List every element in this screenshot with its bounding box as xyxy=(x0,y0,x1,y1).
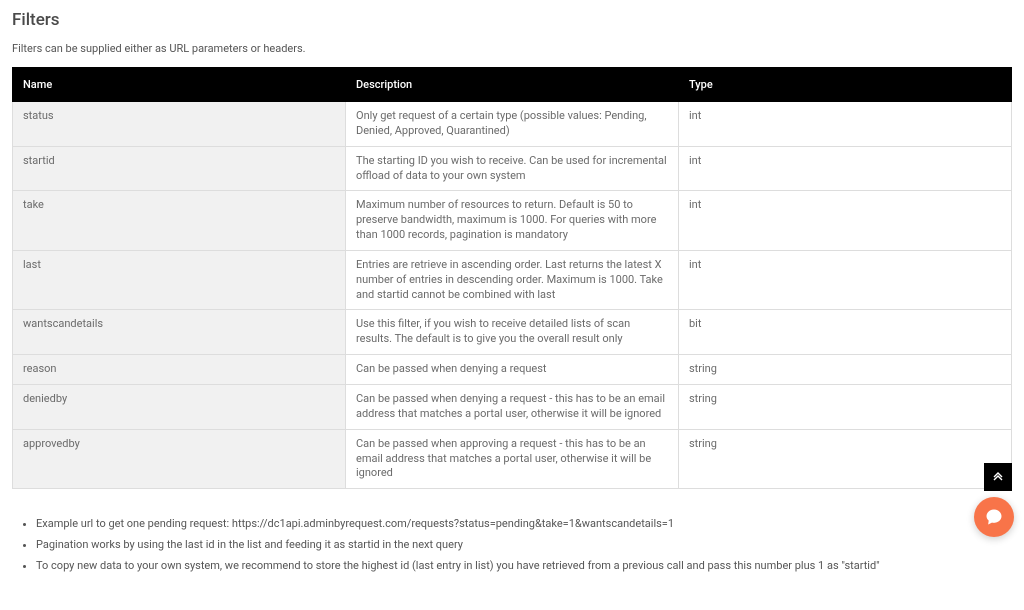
list-item: Pagination works by using the last id in… xyxy=(36,538,1012,553)
cell-description: Use this filter, if you wish to receive … xyxy=(346,310,679,355)
cell-description: Can be passed when denying a request - t… xyxy=(346,384,679,429)
header-description: Description xyxy=(346,68,679,102)
cell-type: int xyxy=(679,191,1012,251)
cell-description: The starting ID you wish to receive. Can… xyxy=(346,146,679,191)
filters-table: Name Description Type statusOnly get req… xyxy=(12,67,1012,489)
header-type: Type xyxy=(679,68,1012,102)
list-item: To copy new data to your own system, we … xyxy=(36,559,1012,574)
table-row: lastEntries are retrieve in ascending or… xyxy=(13,250,1012,310)
cell-type: int xyxy=(679,250,1012,310)
chat-icon xyxy=(984,507,1004,527)
cell-name: last xyxy=(13,250,346,310)
cell-name: reason xyxy=(13,355,346,385)
table-row: reasonCan be passed when denying a reque… xyxy=(13,355,1012,385)
cell-description: Maximum number of resources to return. D… xyxy=(346,191,679,251)
cell-name: status xyxy=(13,102,346,147)
cell-description: Only get request of a certain type (poss… xyxy=(346,102,679,147)
scroll-top-button[interactable] xyxy=(984,463,1012,491)
cell-type: string xyxy=(679,429,1012,489)
cell-type: string xyxy=(679,384,1012,429)
table-row: startidThe starting ID you wish to recei… xyxy=(13,146,1012,191)
cell-description: Can be passed when approving a request -… xyxy=(346,429,679,489)
cell-type: int xyxy=(679,146,1012,191)
list-item: Example url to get one pending request: … xyxy=(36,517,1012,532)
cell-name: wantscandetails xyxy=(13,310,346,355)
table-row: deniedbyCan be passed when denying a req… xyxy=(13,384,1012,429)
table-row: takeMaximum number of resources to retur… xyxy=(13,191,1012,251)
intro-text: Filters can be supplied either as URL pa… xyxy=(12,42,1012,55)
cell-type: bit xyxy=(679,310,1012,355)
cell-name: startid xyxy=(13,146,346,191)
header-name: Name xyxy=(13,68,346,102)
cell-type: int xyxy=(679,102,1012,147)
cell-type: string xyxy=(679,355,1012,385)
cell-name: approvedby xyxy=(13,429,346,489)
chat-button[interactable] xyxy=(974,497,1014,537)
cell-name: take xyxy=(13,191,346,251)
table-row: wantscandetailsUse this filter, if you w… xyxy=(13,310,1012,355)
chevron-up-icon xyxy=(993,471,1003,483)
table-row: statusOnly get request of a certain type… xyxy=(13,102,1012,147)
notes-list: Example url to get one pending request: … xyxy=(12,517,1012,574)
cell-description: Can be passed when denying a request xyxy=(346,355,679,385)
cell-description: Entries are retrieve in ascending order.… xyxy=(346,250,679,310)
table-row: approvedbyCan be passed when approving a… xyxy=(13,429,1012,489)
page-title: Filters xyxy=(12,10,1012,30)
cell-name: deniedby xyxy=(13,384,346,429)
